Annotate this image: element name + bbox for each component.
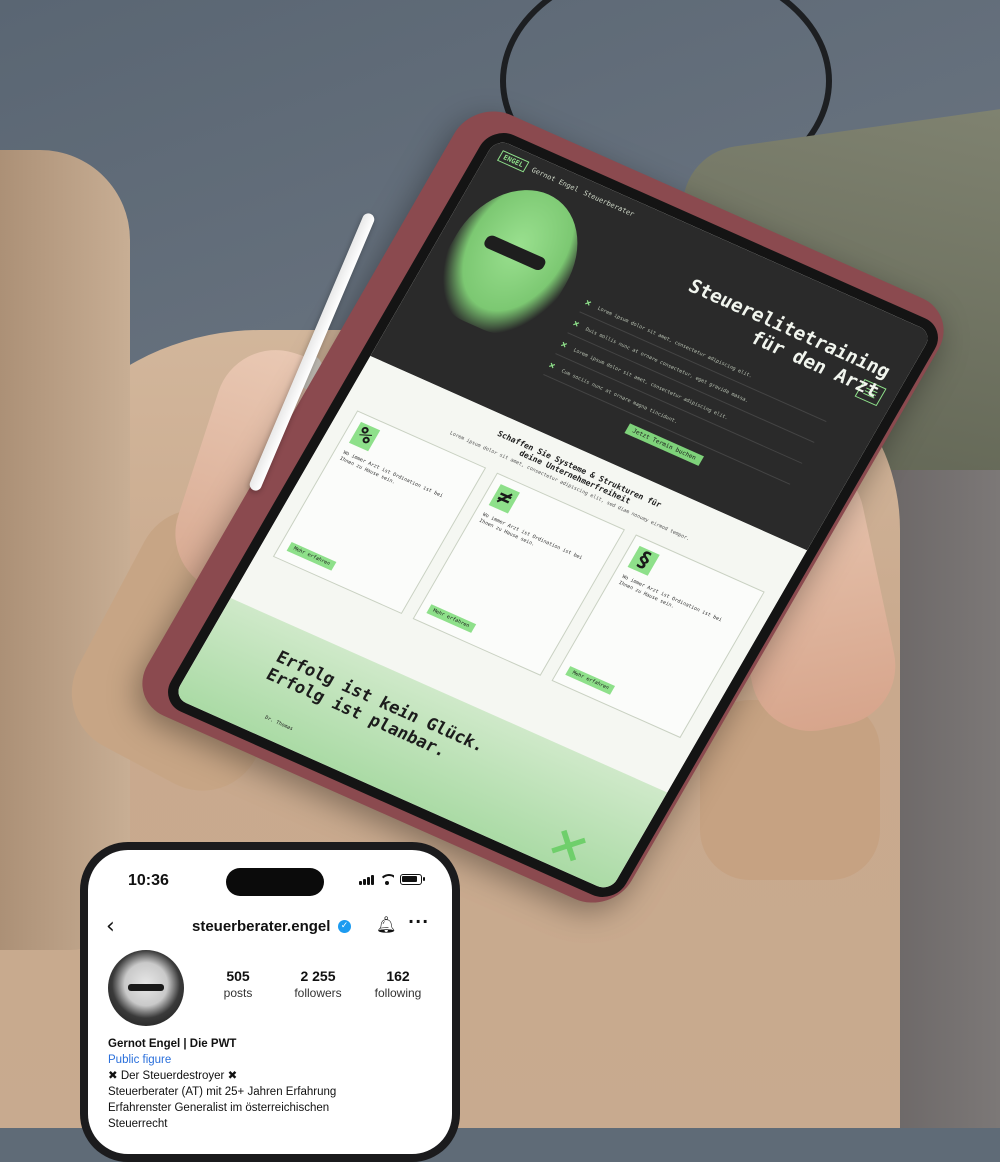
profile-bio: Gernot Engel | Die PWT Public figure ✖ D… <box>108 1036 438 1132</box>
avatar[interactable] <box>108 950 184 1026</box>
card-text: Wo immer Arzt ist Ordination ist bei Ihn… <box>617 573 723 624</box>
card-button[interactable]: Mehr erfahren <box>426 604 477 633</box>
phone-screen: 10:36 ‹ steuerberater.engel ✓ 🔔︎ ··· 505… <box>88 850 452 1154</box>
stat-label: following <box>374 986 422 1000</box>
dynamic-island <box>226 868 324 896</box>
not-equal-icon: ≠ <box>488 483 520 514</box>
stat-following[interactable]: 162 following <box>358 968 438 1000</box>
wifi-icon <box>380 874 394 885</box>
nav-item[interactable]: Steuerberater <box>582 189 636 218</box>
website-logo[interactable]: ENGEL <box>496 150 530 173</box>
status-icons <box>359 874 425 885</box>
testimonial-name: Dr. Thomas <box>263 714 295 733</box>
cellular-signal-icon <box>359 874 374 885</box>
stat-label: posts <box>223 986 253 1000</box>
battery-icon <box>400 874 425 885</box>
tablet: ENGEL Gernot Engel Steuerberater Steuere… <box>127 98 959 916</box>
profile-username: steuerberater.engel <box>192 918 331 935</box>
more-options-icon[interactable]: ··· <box>408 912 429 931</box>
card-text: Wo immer Arzt ist Ordination ist bei Ihn… <box>338 449 444 500</box>
tablet-screen: ENGEL Gernot Engel Steuerberater Steuere… <box>159 125 947 905</box>
bio-tagline: ✖ Der Steuerdestroyer ✖ <box>108 1070 238 1082</box>
bio-line: Steuerberater (AT) mit 25+ Jahren Erfahr… <box>108 1086 337 1098</box>
status-time: 10:36 <box>128 872 169 889</box>
bio-line: Erfahrenster Generalist im österreichisc… <box>108 1102 330 1114</box>
stat-posts[interactable]: 505 posts <box>198 968 278 1000</box>
stat-followers[interactable]: 2 255 followers <box>278 968 358 1000</box>
x-mark-icon: × <box>570 318 582 331</box>
profile-header: ‹ steuerberater.engel ✓ 🔔︎ ··· <box>88 912 452 944</box>
x-mark-icon: × <box>558 339 570 352</box>
card-button[interactable]: Mehr erfahren <box>286 542 337 571</box>
chevron-left-icon[interactable]: ‹ <box>106 914 115 939</box>
card-button[interactable]: Mehr erfahren <box>565 666 616 695</box>
percent-icon: % <box>348 421 381 452</box>
stat-value: 505 <box>226 968 250 984</box>
stat-value: 2 255 <box>300 968 336 984</box>
x-mark-icon: × <box>582 297 594 310</box>
bio-category[interactable]: Public figure <box>108 1052 438 1068</box>
stat-value: 162 <box>386 968 410 984</box>
verified-badge-icon: ✓ <box>338 920 351 933</box>
hair <box>0 150 130 950</box>
card-text: Wo immer Arzt ist Ordination ist bei Ihn… <box>477 511 584 562</box>
nav-item[interactable]: Gernot Engel <box>530 166 580 194</box>
x-mark-icon: × <box>546 360 558 373</box>
paragraph-icon: § <box>627 546 660 576</box>
bell-icon[interactable]: 🔔︎ <box>376 915 396 934</box>
profile-stats: 505 posts 2 255 followers 162 following <box>198 968 438 1000</box>
bio-line: Steuerrecht <box>108 1118 168 1130</box>
stat-label: followers <box>294 986 342 1000</box>
phone: 10:36 ‹ steuerberater.engel ✓ 🔔︎ ··· 505… <box>80 842 460 1162</box>
bio-name: Gernot Engel | Die PWT <box>108 1038 237 1050</box>
x-mark-icon: × <box>538 812 601 876</box>
